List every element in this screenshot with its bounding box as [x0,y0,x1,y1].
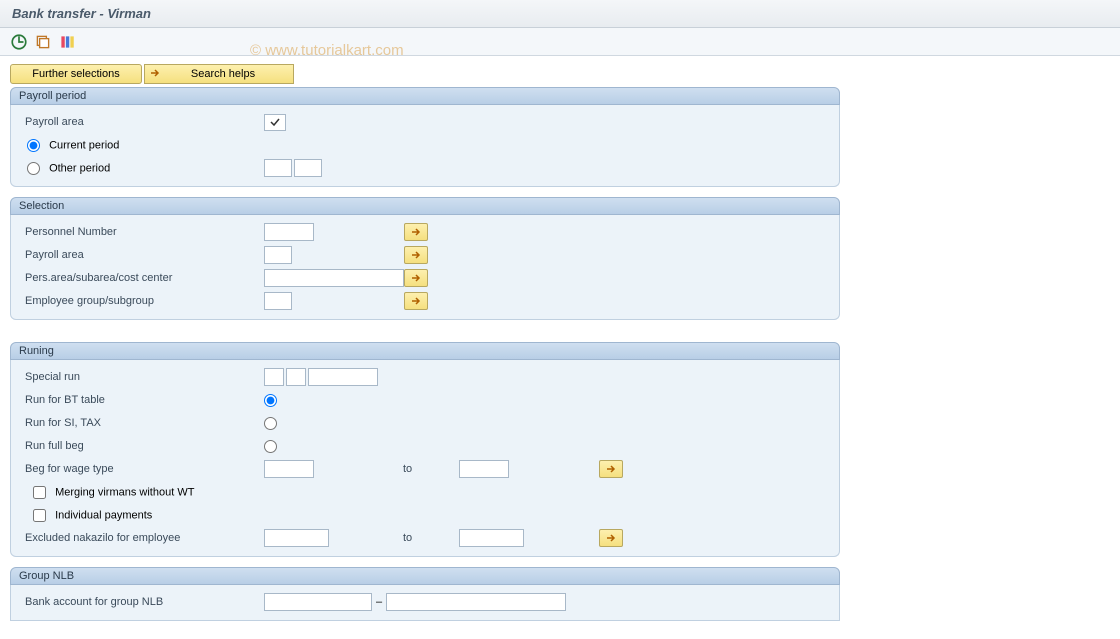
excluded-from-input[interactable] [264,529,329,547]
pers-area-multi-button[interactable] [404,269,428,287]
further-selections-button[interactable]: Further selections [10,64,142,84]
individual-payments-label: Individual payments [55,509,152,521]
group-nlb-header: Group NLB [10,567,840,585]
payroll-area-check[interactable] [264,114,286,131]
top-button-row: Further selections Search helps [10,64,840,84]
to-label-2: to [399,532,459,544]
payroll-area-multi-button[interactable] [404,246,428,264]
excluded-multi-button[interactable] [599,529,623,547]
merge-virmans-label: Merging virmans without WT [55,486,194,498]
excluded-to-input[interactable] [459,529,524,547]
merge-virmans-option[interactable]: Merging virmans without WT [19,486,194,499]
personnel-number-input[interactable] [264,223,314,241]
pers-area-label: Pers.area/subarea/cost center [19,272,264,284]
run-si-label: Run for SI, TAX [19,417,264,429]
payroll-period-body: Payroll area Current period Other period [10,105,840,187]
run-full-label: Run full beg [19,440,264,452]
current-period-option[interactable]: Current period [19,139,119,152]
search-helps-button[interactable]: Search helps [144,64,294,84]
running-header: Runing [10,342,840,360]
variant-get-icon[interactable] [34,33,52,51]
app-header: Bank transfer - Virman [0,0,1120,28]
selection-panel: Selection Personnel Number Payroll area … [10,197,840,320]
further-selections-label: Further selections [32,68,119,80]
bank-account-label: Bank account for group NLB [19,596,264,608]
payroll-area-sel-input[interactable] [264,246,292,264]
beg-wage-to-input[interactable] [459,460,509,478]
special-run-input3[interactable] [308,368,378,386]
other-period-input2[interactable] [294,159,322,177]
merge-virmans-checkbox[interactable] [33,486,46,499]
payroll-period-panel: Payroll period Payroll area Current peri… [10,87,840,187]
special-run-input1[interactable] [264,368,284,386]
running-panel: Runing Special run Run for BT table Run … [10,342,840,557]
individual-payments-checkbox[interactable] [33,509,46,522]
run-si-radio[interactable] [264,417,277,430]
to-label-1: to [399,463,459,475]
individual-payments-option[interactable]: Individual payments [19,509,152,522]
personnel-number-multi-button[interactable] [404,223,428,241]
beg-wage-label: Beg for wage type [19,463,264,475]
bank-account-input1[interactable] [264,593,372,611]
content-area: Further selections Search helps Payroll … [0,56,850,639]
dynamic-selections-icon[interactable] [58,33,76,51]
selection-body: Personnel Number Payroll area Pers.area/… [10,215,840,320]
employee-group-multi-button[interactable] [404,292,428,310]
employee-group-label: Employee group/subgroup [19,295,264,307]
current-period-label: Current period [49,139,119,151]
group-nlb-body: Bank account for group NLB – [10,585,840,621]
beg-wage-from-input[interactable] [264,460,314,478]
payroll-period-header: Payroll period [10,87,840,105]
search-helps-label: Search helps [165,68,281,80]
arrow-right-icon [149,67,161,82]
run-full-radio[interactable] [264,440,277,453]
other-period-option[interactable]: Other period [19,162,264,175]
bank-account-input2[interactable] [386,593,566,611]
personnel-number-label: Personnel Number [19,226,264,238]
run-bt-radio[interactable] [264,394,277,407]
app-toolbar [0,28,1120,56]
special-run-label: Special run [19,371,264,383]
other-period-radio[interactable] [27,162,40,175]
other-period-input1[interactable] [264,159,292,177]
payroll-area-label: Payroll area [19,116,264,128]
payroll-area-sel-label: Payroll area [19,249,264,261]
group-nlb-panel: Group NLB Bank account for group NLB – [10,567,840,621]
dash-separator: – [376,596,382,608]
current-period-radio[interactable] [27,139,40,152]
excluded-nakazilo-label: Excluded nakazilo for employee [19,532,264,544]
selection-header: Selection [10,197,840,215]
employee-group-input[interactable] [264,292,292,310]
page-title: Bank transfer - Virman [12,6,151,21]
beg-wage-multi-button[interactable] [599,460,623,478]
pers-area-input[interactable] [264,269,404,287]
other-period-label: Other period [49,162,110,174]
running-body: Special run Run for BT table Run for SI,… [10,360,840,557]
execute-icon[interactable] [10,33,28,51]
special-run-input2[interactable] [286,368,306,386]
run-bt-label: Run for BT table [19,394,264,406]
